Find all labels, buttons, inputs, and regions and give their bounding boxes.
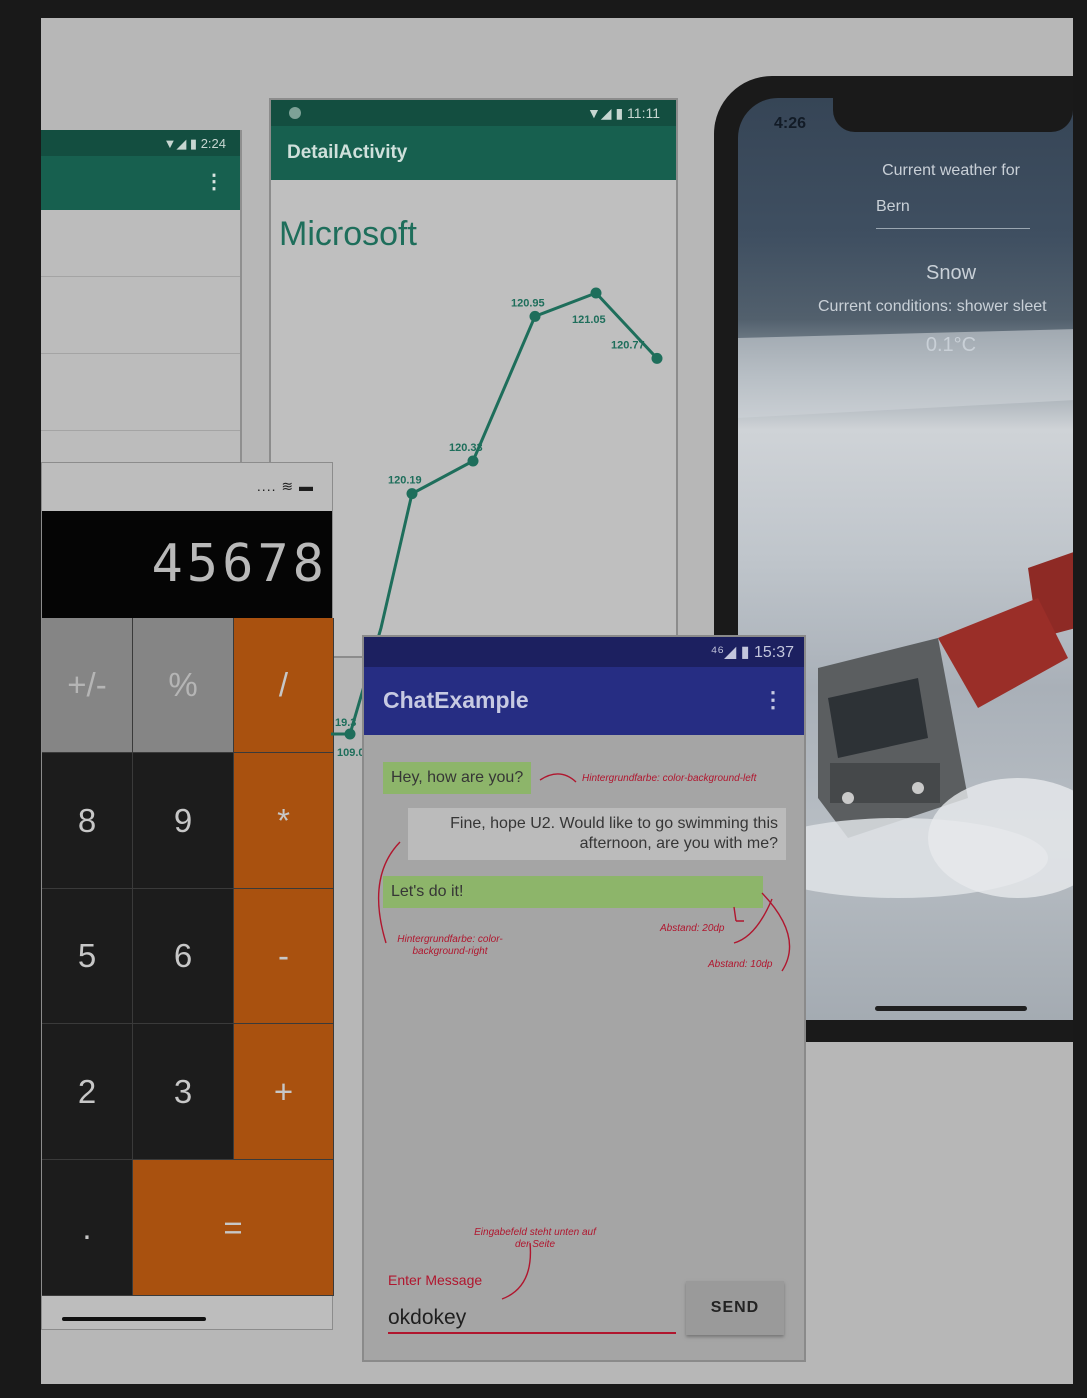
more-vert-icon[interactable]: ⋮ — [204, 172, 224, 192]
calculator-display: 45678 — [42, 511, 332, 618]
send-button[interactable]: SEND — [686, 1281, 784, 1335]
status-indicators: .... ≋ ▬ — [256, 478, 314, 494]
status-bar: ▼◢ ▮ 2:24 — [41, 130, 240, 156]
stock-name: Microsoft — [279, 215, 417, 253]
app-title: DetailActivity — [287, 142, 408, 163]
list-item[interactable] — [41, 277, 240, 354]
status-indicators: ▼◢ ▮ 2:24 — [163, 136, 226, 151]
key-8[interactable]: 8 — [42, 753, 133, 889]
annotation-arrows — [377, 773, 791, 1300]
key-3[interactable]: 3 — [133, 1024, 234, 1160]
collage-canvas: ▼◢ ▮ 2:24 ⋮ ▼◢ ▮ 11:11 DetailActivity Mi… — [41, 18, 1073, 1384]
data-label: 19.3 — [335, 717, 356, 729]
key-6[interactable]: 6 — [133, 889, 234, 1024]
home-indicator — [875, 1006, 1027, 1011]
weather-details: Current conditions: shower sleet — [818, 298, 1047, 315]
key-percent[interactable]: % — [133, 618, 234, 753]
key-multiply[interactable]: * — [234, 753, 334, 889]
status-indicators: ▼◢ ▮ 11:11 — [586, 105, 660, 121]
city-input[interactable]: Bern — [876, 198, 1030, 229]
notification-dot-icon — [289, 107, 301, 119]
status-bar: .... ≋ ▬ — [42, 463, 332, 511]
data-point — [344, 728, 356, 740]
calculator-screen: .... ≋ ▬ 45678 +/- % / 8 9 * 5 6 - 2 3 +… — [41, 462, 334, 1330]
weather-heading: Current weather for — [882, 162, 1020, 179]
app-bar: DetailActivity — [271, 126, 676, 180]
key-minus[interactable]: - — [234, 889, 334, 1024]
home-indicator — [62, 1317, 206, 1321]
list-item[interactable] — [41, 354, 240, 431]
key-equals[interactable]: = — [133, 1160, 334, 1296]
key-plus-minus[interactable]: +/- — [42, 618, 133, 753]
weather-temperature: 0.1°C — [925, 334, 977, 356]
clock: 4:26 — [774, 115, 807, 132]
key-5[interactable]: 5 — [42, 889, 133, 1024]
message-input[interactable]: okdokey — [388, 1302, 676, 1334]
key-decimal[interactable]: . — [42, 1160, 133, 1296]
key-2[interactable]: 2 — [42, 1024, 133, 1160]
status-bar: ▼◢ ▮ 11:11 — [271, 100, 676, 126]
weather-condition: Snow — [925, 262, 977, 284]
list-item[interactable] — [41, 210, 240, 277]
key-plus[interactable]: + — [234, 1024, 334, 1160]
key-9[interactable]: 9 — [133, 753, 234, 889]
notch — [833, 98, 1073, 132]
list-phone-screen: ▼◢ ▮ 2:24 ⋮ — [41, 130, 242, 475]
app-bar: ⋮ — [41, 156, 240, 210]
data-label: 109.0 — [337, 747, 365, 759]
key-divide[interactable]: / — [234, 618, 334, 753]
input-hint: Enter Message — [388, 1272, 483, 1288]
chat-phone-screen: ⁴⁶◢ ▮ 15:37 ChatExample ⋮ Hey, how are y… — [362, 635, 806, 1362]
